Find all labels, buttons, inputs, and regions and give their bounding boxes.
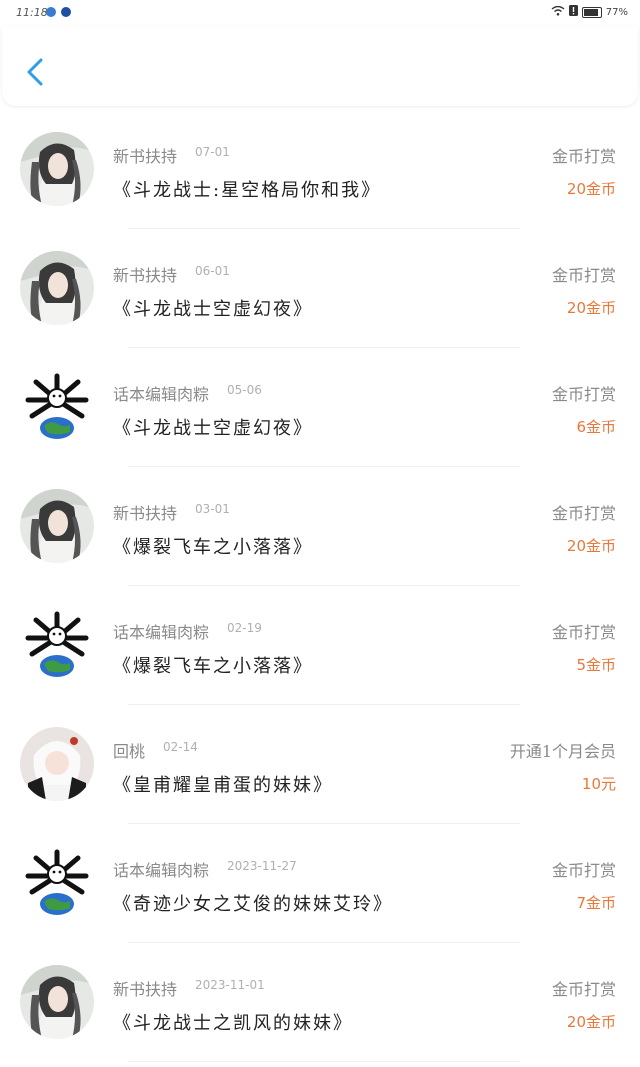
alert-icon (568, 5, 578, 19)
reward-amount: 20金币 (566, 537, 616, 555)
reward-date: 06-01 (195, 264, 230, 278)
avatar[interactable] (20, 251, 94, 325)
book-title: 《皇甫耀皇甫蛋的妹妹》 (113, 775, 333, 796)
sender-name: 话本编辑肉粽 (113, 861, 210, 880)
reward-date: 2023-11-27 (227, 859, 297, 873)
sender-name: 新书扶持 (113, 147, 178, 166)
list-item[interactable]: 回桃 02-14 《皇甫耀皇甫蛋的妹妹》 开通1个月会员 10元 (0, 705, 640, 824)
book-title: 《斗龙战士之凯风的妹妹》 (113, 1013, 353, 1034)
sender-name: 新书扶持 (113, 980, 178, 999)
reward-type: 金币打赏 (551, 385, 616, 404)
chevron-left-icon (27, 58, 43, 86)
reward-amount: 7金币 (576, 894, 616, 912)
sender-name: 回桃 (113, 742, 146, 761)
list-item[interactable]: 新书扶持 03-01 《爆裂飞车之小落落》 金币打赏 20金币 (0, 467, 640, 586)
book-title: 《爆裂飞车之小落落》 (113, 656, 313, 677)
book-title: 《爆裂飞车之小落落》 (113, 537, 313, 558)
wifi-icon (551, 5, 565, 19)
reward-amount: 10元 (581, 775, 616, 793)
reward-date: 2023-11-01 (195, 978, 265, 992)
battery-icon (581, 6, 602, 18)
sender-name: 新书扶持 (113, 266, 178, 285)
list-item[interactable]: 话本编辑肉粽 02-19 《爆裂飞车之小落落》 金币打赏 5金币 (0, 586, 640, 705)
reward-type: 开通1个月会员 (509, 742, 616, 761)
reward-date: 02-14 (163, 740, 198, 754)
reward-date: 02-19 (227, 621, 262, 635)
sender-name: 话本编辑肉粽 (113, 385, 210, 404)
book-title: 《斗龙战士:星空格局你和我》 (113, 180, 382, 201)
avatar[interactable] (20, 846, 94, 920)
back-button[interactable] (18, 52, 52, 92)
avatar[interactable] (20, 608, 94, 682)
reward-date: 07-01 (195, 145, 230, 159)
sender-name: 新书扶持 (113, 504, 178, 523)
top-app-bar (2, 26, 638, 106)
book-title: 《斗龙战士空虚幻夜》 (113, 418, 313, 439)
avatar[interactable] (20, 370, 94, 444)
list-item[interactable]: 新书扶持 07-01 《斗龙战士:星空格局你和我》 金币打赏 20金币 (0, 110, 640, 229)
status-time: 11:18 (16, 6, 48, 19)
reward-type: 金币打赏 (551, 504, 616, 523)
row-divider (128, 1061, 520, 1062)
avatar[interactable] (20, 489, 94, 563)
avatar[interactable] (20, 965, 94, 1039)
reward-type: 金币打赏 (551, 266, 616, 285)
sender-name: 话本编辑肉粽 (113, 623, 210, 642)
list-item[interactable]: 新书扶持 06-01 《斗龙战士空虚幻夜》 金币打赏 20金币 (0, 229, 640, 348)
reward-type: 金币打赏 (551, 980, 616, 999)
reward-amount: 6金币 (576, 418, 616, 436)
reward-type: 金币打赏 (551, 623, 616, 642)
reward-type: 金币打赏 (551, 861, 616, 880)
list-item[interactable]: 话本编辑肉粽 2023-11-27 《奇迹少女之艾俊的妹妹艾玲》 金币打赏 7金币 (0, 824, 640, 943)
status-bar: 11:18 77% (0, 0, 640, 26)
reward-type: 金币打赏 (551, 147, 616, 166)
battery-level: 77% (605, 6, 628, 18)
book-title: 《斗龙战士空虚幻夜》 (113, 299, 313, 320)
list-item[interactable]: 新书扶持 2023-11-01 《斗龙战士之凯风的妹妹》 金币打赏 20金币 (0, 943, 640, 1062)
reward-amount: 20金币 (566, 1013, 616, 1031)
avatar[interactable] (20, 727, 94, 801)
app-notification-icon (61, 7, 71, 17)
book-title: 《奇迹少女之艾俊的妹妹艾玲》 (113, 894, 393, 915)
reward-amount: 20金币 (566, 299, 616, 317)
reward-date: 05-06 (227, 383, 262, 397)
status-indicators: 77% (551, 5, 628, 19)
app-notification-icon (46, 7, 56, 17)
reward-date: 03-01 (195, 502, 230, 516)
list-item[interactable]: 话本编辑肉粽 05-06 《斗龙战士空虚幻夜》 金币打赏 6金币 (0, 348, 640, 467)
reward-amount: 20金币 (566, 180, 616, 198)
avatar[interactable] (20, 132, 94, 206)
reward-amount: 5金币 (576, 656, 616, 674)
